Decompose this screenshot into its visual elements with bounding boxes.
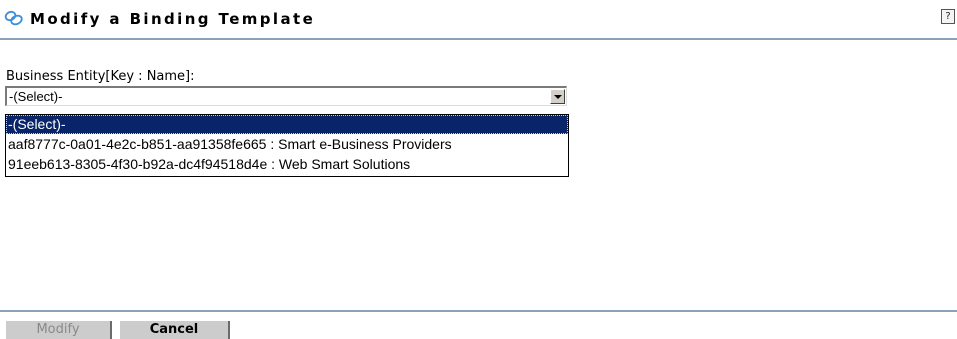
cancel-button[interactable]: Cancel	[120, 321, 230, 339]
business-entity-dropdown-list[interactable]: -(Select)- aaf8777c-0a01-4e2c-b851-aa913…	[5, 114, 569, 177]
dropdown-option-smart-e-business-providers[interactable]: aaf8777c-0a01-4e2c-b851-aa91358fe665 : S…	[6, 135, 568, 154]
help-icon[interactable]: ?	[941, 9, 955, 24]
page-header: Modify a Binding Template ?	[0, 0, 957, 40]
business-entity-selected-value: -(Select)-	[9, 89, 63, 104]
modify-button[interactable]: Modify	[6, 321, 112, 339]
page-title: Modify a Binding Template	[30, 10, 316, 28]
dropdown-option-select[interactable]: -(Select)-	[6, 115, 568, 134]
binding-template-icon	[4, 10, 24, 26]
footer-divider	[0, 310, 957, 312]
chevron-down-icon[interactable]	[550, 89, 565, 104]
business-entity-select[interactable]: -(Select)-	[5, 86, 567, 106]
dropdown-option-web-smart-solutions[interactable]: 91eeb613-8305-4f30-b92a-dc4f94518d4e : W…	[6, 155, 568, 174]
business-entity-label: Business Entity[Key : Name]:	[6, 69, 195, 84]
modify-binding-template-page: Modify a Binding Template ? Business Ent…	[0, 0, 957, 339]
